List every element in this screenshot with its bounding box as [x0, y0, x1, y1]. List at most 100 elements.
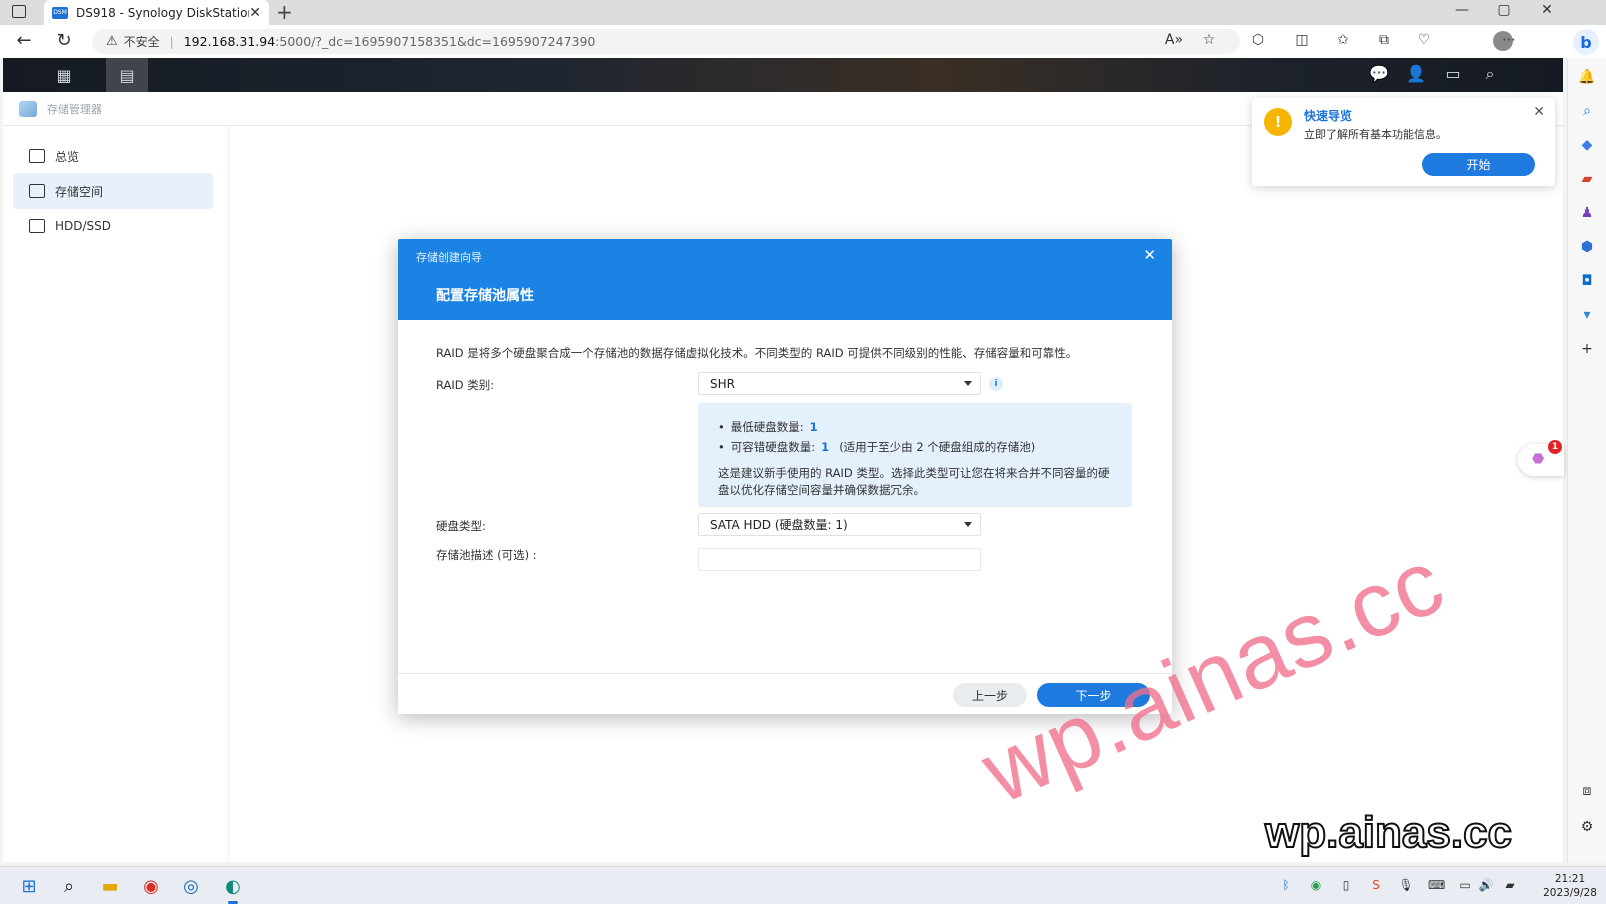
sidebar-item-label: 总览: [55, 149, 80, 164]
edge-icon[interactable]: ◐: [220, 873, 246, 904]
disk-type-label: 硬盘类型:: [436, 519, 486, 533]
more-menu-icon[interactable]: ⋯: [1499, 32, 1519, 48]
minimize-button[interactable]: —: [1452, 2, 1472, 18]
sidebar-item-label: HDD/SSD: [55, 219, 112, 233]
chrome-icon[interactable]: ◉: [138, 873, 164, 899]
close-icon[interactable]: ✕: [1143, 246, 1156, 264]
collections-icon[interactable]: ⧉: [1374, 32, 1394, 48]
tools-icon[interactable]: ▰: [1578, 170, 1596, 188]
min-disks-label: 最低硬盘数量:: [730, 420, 804, 434]
wizard-window-title: 存储创建向导: [416, 251, 482, 264]
windows-taskbar: ⊞ ⌕ ▬ ◉ ◎ ◐ ᛒ ◉ ▯ S 🎙 ⌨ ▭ 🔊 ▰ 21:21 2023…: [0, 866, 1606, 904]
volume-icon[interactable]: 🔊: [1478, 878, 1494, 892]
shopping-tag-icon[interactable]: ◆: [1578, 136, 1596, 154]
app-title: 存储管理器: [47, 102, 102, 116]
outlook-icon[interactable]: ◘: [1578, 272, 1596, 290]
copilot-icon[interactable]: b: [1573, 29, 1599, 55]
tray-app-icon[interactable]: ◉: [1308, 878, 1324, 892]
url-divider: |: [169, 34, 174, 49]
raid-type-select[interactable]: SHR: [698, 372, 981, 395]
tab-close-icon[interactable]: ✕: [249, 5, 261, 21]
floating-assistant-button[interactable]: ⬣ 1: [1518, 440, 1564, 476]
fault-tolerance-item: • 可容错硬盘数量: 1 (适用于至少由 2 个硬盘组成的存储池): [718, 440, 1036, 454]
url-bar[interactable]: ⚠ 不安全 | 192.168.31.94 :5000/?_dc=1695907…: [92, 29, 1240, 54]
url-host: 192.168.31.94: [183, 34, 276, 49]
footer-divider: [398, 673, 1172, 674]
clipboard-icon[interactable]: ▯: [1338, 878, 1354, 892]
app-sidebar: 总览 存储空间 HDD/SSD: [3, 126, 229, 862]
notifications-chat-icon[interactable]: 💬: [1367, 64, 1391, 86]
battery-icon[interactable]: ▰: [1502, 878, 1518, 892]
disk-icon: [29, 219, 45, 233]
start-icon[interactable]: ⊞: [16, 873, 42, 899]
lightbulb-icon: !: [1264, 108, 1292, 136]
keyboard-icon[interactable]: ⌨: [1428, 878, 1445, 892]
gear-icon[interactable]: ⚙: [1578, 818, 1596, 836]
sidebar-item-label: 存储空间: [55, 184, 104, 199]
drop-icon[interactable]: ▾: [1578, 306, 1596, 324]
browser-tab-active[interactable]: DSM DS918 - Synology DiskStation ✕: [44, 0, 269, 25]
main-menu-icon[interactable]: ▦: [43, 58, 85, 92]
bluetooth-icon[interactable]: ᛒ: [1278, 878, 1294, 892]
min-disks-value: 1: [809, 420, 818, 434]
raid-type-explanation: 这是建议新手使用的 RAID 类型。选择此类型可让您在将来合并不同容量的硬盘以优…: [718, 466, 1110, 497]
dsm-favicon-icon: DSM: [52, 6, 68, 19]
tray-s-icon[interactable]: S: [1368, 878, 1384, 892]
storage-creation-wizard: 存储创建向导 ✕ 配置存储池属性 RAID 是将多个硬盘聚合成一个存储池的数据存…: [398, 239, 1172, 714]
tab-actions-icon[interactable]: [12, 5, 26, 18]
games-icon[interactable]: ♟: [1578, 204, 1596, 222]
pool-description-input[interactable]: [698, 548, 981, 571]
read-aloud-icon[interactable]: A»: [1164, 32, 1184, 48]
overview-icon: [29, 149, 45, 163]
performance-icon[interactable]: ♡: [1414, 32, 1434, 48]
microsoft365-icon[interactable]: ⬢: [1578, 238, 1596, 256]
storage-manager-app-icon: [19, 100, 37, 117]
clock-time: 21:21: [1554, 873, 1586, 885]
new-tab-button[interactable]: +: [276, 1, 293, 23]
start-tour-button[interactable]: 开始: [1422, 153, 1535, 176]
storage-manager-taskbar-icon[interactable]: ▤: [106, 58, 148, 92]
quick-guide-card: ! 快速导览 立即了解所有基本功能信息。 ✕ 开始: [1252, 98, 1555, 186]
wizard-header: 存储创建向导 ✕ 配置存储池属性: [398, 239, 1172, 320]
search-icon[interactable]: ⌕: [1578, 102, 1596, 120]
dsm-taskbar: ▦ ▤ 💬 👤 ▭ ⌕: [3, 58, 1563, 92]
favorite-star-icon[interactable]: ☆: [1199, 32, 1219, 48]
watermark-small: wp.ainas.cc: [1264, 807, 1513, 858]
chevron-down-icon: [964, 381, 972, 386]
refresh-button[interactable]: ↻: [52, 30, 76, 51]
previous-button[interactable]: 上一步: [953, 683, 1027, 707]
add-icon[interactable]: +: [1578, 340, 1596, 358]
widgets-icon[interactable]: ▭: [1441, 64, 1465, 86]
sidebar-item-hdd-ssd[interactable]: HDD/SSD: [13, 208, 213, 244]
guide-title: 快速导览: [1304, 109, 1353, 123]
search-icon[interactable]: ⌕: [56, 873, 82, 899]
screenshot-icon[interactable]: ⧈: [1578, 782, 1596, 800]
maximize-button[interactable]: ▢: [1494, 2, 1514, 18]
user-icon[interactable]: 👤: [1404, 64, 1428, 86]
disk-type-select[interactable]: SATA HDD (硬盘数量: 1): [698, 513, 981, 536]
back-button[interactable]: ←: [12, 30, 36, 51]
extensions-icon[interactable]: ⬡: [1248, 32, 1268, 48]
storage-icon: [29, 184, 45, 198]
favorites-icon[interactable]: ✩: [1333, 32, 1353, 48]
security-label: 不安全: [123, 35, 160, 49]
warning-icon: ⚠: [106, 34, 118, 49]
pool-description-label: 存储池描述 (可选) :: [436, 548, 537, 562]
wizard-step-title: 配置存储池属性: [436, 288, 534, 304]
info-icon[interactable]: i: [989, 377, 1003, 391]
close-window-button[interactable]: ✕: [1537, 2, 1557, 18]
bell-icon[interactable]: 🔔: [1578, 68, 1596, 86]
fault-tolerance-label: 可容错硬盘数量:: [730, 440, 816, 454]
file-explorer-icon[interactable]: ▬: [97, 873, 123, 899]
app-icon[interactable]: ◎: [178, 873, 204, 899]
fault-tolerance-note: (适用于至少由 2 个硬盘组成的存储池): [839, 440, 1036, 454]
raid-type-label: RAID 类别:: [436, 378, 495, 392]
split-screen-icon[interactable]: ◫: [1292, 32, 1312, 48]
network-icon[interactable]: ▭: [1457, 878, 1473, 892]
clock[interactable]: 21:21 2023/9/28: [1538, 872, 1602, 900]
microphone-icon[interactable]: 🎙: [1398, 878, 1414, 892]
close-icon[interactable]: ✕: [1533, 104, 1545, 120]
search-icon[interactable]: ⌕: [1478, 64, 1502, 86]
sidebar-item-storage[interactable]: 存储空间: [13, 173, 213, 209]
sidebar-item-overview[interactable]: 总览: [13, 138, 213, 174]
